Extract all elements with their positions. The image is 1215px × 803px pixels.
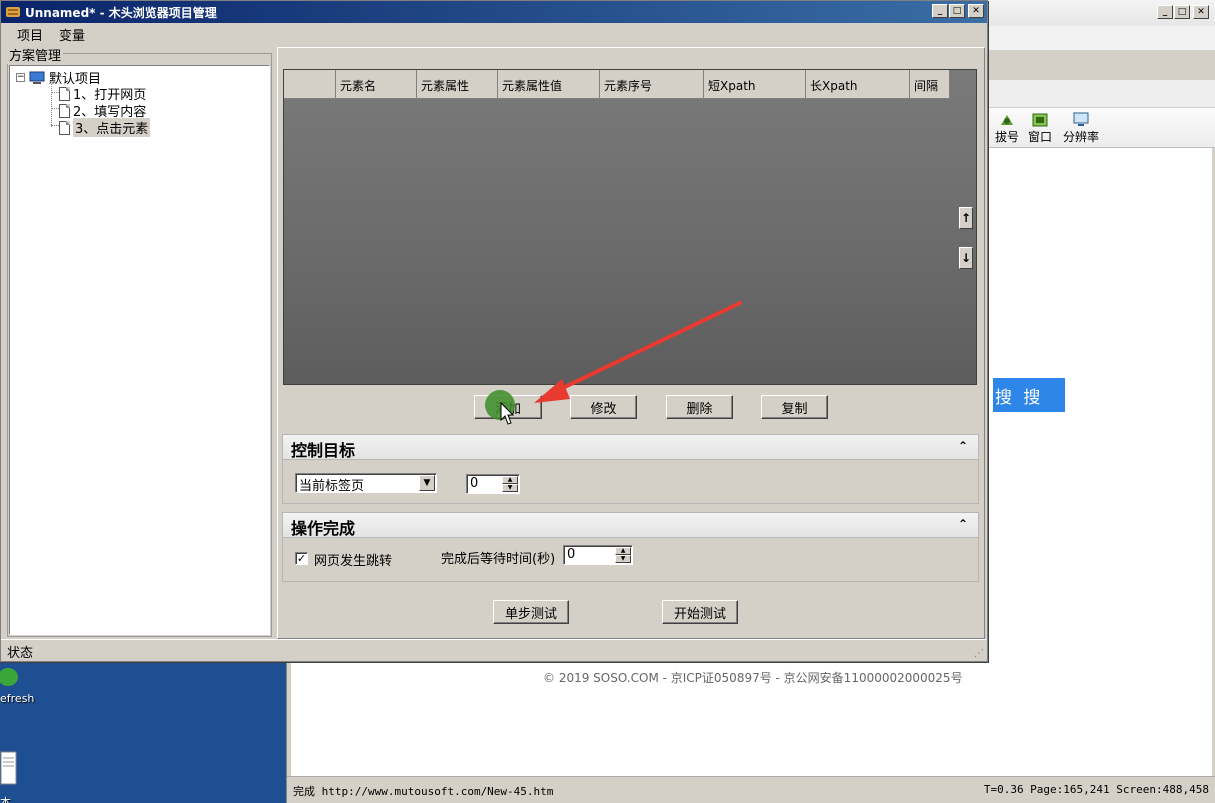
- bg-statusbar: 完成 http://www.mutousoft.com/New-45.htm T…: [287, 776, 1215, 803]
- grid-col-element-name[interactable]: 元素名: [336, 70, 417, 99]
- scheme-group-title: 方案管理: [7, 45, 64, 64]
- resolution-button[interactable]: 分辨率: [1063, 112, 1099, 145]
- maximize-button[interactable]: □: [949, 4, 965, 18]
- dropdown-arrow-icon[interactable]: ▼: [419, 475, 435, 491]
- page-redirect-label: 网页发生跳转: [314, 554, 393, 569]
- copy-button[interactable]: 复制: [761, 395, 828, 419]
- tree-item-label: 3、点击元素: [73, 118, 151, 137]
- stepper-up-icon[interactable]: ▲: [502, 476, 518, 484]
- mouse-cursor-icon: [500, 402, 515, 425]
- stepper-down-icon[interactable]: ▼: [502, 484, 518, 492]
- operation-done-title: 操作完成: [291, 519, 356, 538]
- menu-project[interactable]: 项目: [11, 23, 49, 46]
- bg-status-url: 完成 http://www.mutousoft.com/New-45.htm: [293, 785, 554, 798]
- text-file-desktop-icon[interactable]: 本文档: [0, 750, 18, 803]
- page-footer-copyright: © 2019 SOSO.COM - 京ICP证050897号 - 京公网安备11…: [543, 671, 963, 685]
- operation-done-header[interactable]: 操作完成 ⌃: [282, 512, 979, 538]
- grid-col-interval[interactable]: 间隔: [910, 70, 950, 99]
- arrow-up-icon: ↑: [960, 211, 972, 225]
- titlebar: Unnamed* - 木头浏览器项目管理 _ □ ✕: [1, 1, 987, 23]
- control-target-header[interactable]: 控制目标 ⌃: [282, 434, 979, 460]
- monitor-icon: [1073, 112, 1089, 126]
- resize-grip-icon[interactable]: ⋰: [974, 648, 984, 659]
- wait-time-stepper[interactable]: 0 ▲ ▼: [563, 545, 633, 565]
- red-pointer-arrow: [534, 301, 742, 403]
- move-down-button[interactable]: ↓: [959, 247, 973, 269]
- text-file-icon: [0, 751, 17, 785]
- dial-label: 拔号: [995, 130, 1020, 144]
- tree-item-click-element[interactable]: 3、点击元素: [59, 118, 151, 137]
- control-target-title: 控制目标: [291, 441, 356, 460]
- tab-index-stepper[interactable]: 0 ▲ ▼: [466, 474, 520, 494]
- dial-button[interactable]: 拔号: [995, 112, 1019, 145]
- tab-index-value: 0: [470, 476, 479, 491]
- collapse-icon[interactable]: −: [16, 73, 25, 82]
- tab-target-select[interactable]: 当前标签页 ▼: [295, 473, 437, 494]
- grid-col-element-index[interactable]: 元素序号: [600, 70, 704, 99]
- move-up-button[interactable]: ↑: [959, 207, 973, 229]
- document-icon: [59, 120, 70, 135]
- stepper-down-icon[interactable]: ▼: [615, 555, 631, 563]
- computer-icon: [29, 71, 45, 84]
- menubar: 项目 变量: [1, 23, 987, 46]
- bg-minimize-button[interactable]: _: [1157, 5, 1173, 19]
- refresh-icon: [0, 668, 18, 686]
- wait-time-label: 完成后等待时间(秒): [441, 552, 556, 567]
- collapse-up-icon[interactable]: ⌃: [958, 517, 968, 531]
- refresh-desktop-icon[interactable]: efresh: [0, 665, 34, 705]
- search-button[interactable]: 搜 搜: [993, 378, 1065, 412]
- grid-col-blank[interactable]: [284, 70, 336, 99]
- document-icon: [59, 103, 70, 118]
- grid-col-element-attr[interactable]: 元素属性: [417, 70, 498, 99]
- tab-target-value: 当前标签页: [299, 479, 365, 494]
- menu-variable[interactable]: 变量: [53, 23, 91, 46]
- close-button[interactable]: ✕: [968, 4, 984, 18]
- grid-col-long-xpath[interactable]: 长Xpath: [806, 70, 910, 99]
- window-icon: [1032, 113, 1048, 127]
- bg-maximize-button[interactable]: □: [1174, 5, 1190, 19]
- grid-header: 元素名 元素属性 元素属性值 元素序号 短Xpath 长Xpath 间隔: [284, 70, 950, 99]
- resolution-label: 分辨率: [1063, 130, 1100, 144]
- collapse-up-icon[interactable]: ⌃: [958, 439, 968, 453]
- stepper-up-icon[interactable]: ▲: [615, 547, 631, 555]
- document-icon: [59, 86, 70, 101]
- page-redirect-checkbox[interactable]: ✓: [295, 552, 308, 565]
- window-label: 窗口: [1028, 130, 1053, 144]
- bg-close-button[interactable]: ✕: [1193, 5, 1209, 19]
- grid-col-attr-value[interactable]: 元素属性值: [498, 70, 600, 99]
- project-manager-window: Unnamed* - 木头浏览器项目管理 _ □ ✕ 项目 变量 方案管理 − …: [0, 0, 988, 662]
- text-file-label: 本文档: [0, 796, 11, 803]
- start-test-button[interactable]: 开始测试: [662, 600, 738, 624]
- bg-status-info: T=0.36 Page:165,241 Screen:488,458: [983, 783, 1209, 796]
- app-wood-icon: [6, 7, 20, 17]
- window-button[interactable]: 窗口: [1028, 112, 1052, 145]
- dial-icon: [1001, 115, 1013, 125]
- window-title: Unnamed* - 木头浏览器项目管理: [25, 5, 217, 20]
- statusbar: 状态 ⋰: [1, 639, 987, 661]
- refresh-label: efresh: [0, 692, 35, 705]
- wait-time-value: 0: [567, 547, 576, 562]
- status-text: 状态: [7, 646, 34, 661]
- grid-col-short-xpath[interactable]: 短Xpath: [704, 70, 806, 99]
- scheme-tree: − 默认项目 1、打开网页 2、填写内容 3、点击元素: [9, 65, 270, 635]
- step-test-button[interactable]: 单步测试: [493, 600, 569, 624]
- arrow-down-icon: ↓: [960, 251, 972, 265]
- minimize-button[interactable]: _: [932, 4, 948, 18]
